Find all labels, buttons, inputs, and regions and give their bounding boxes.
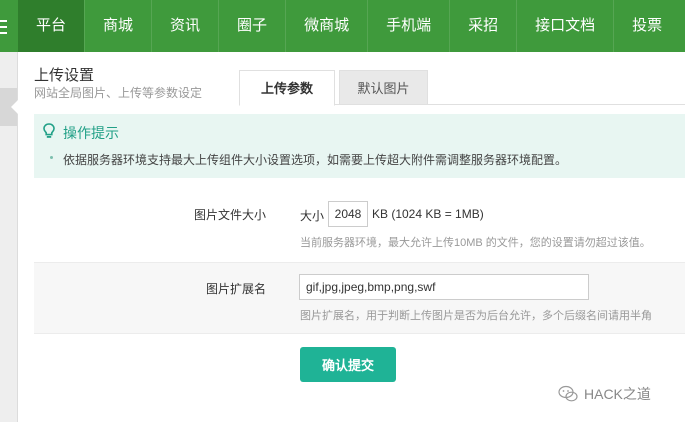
watermark-text: HACK之道 [584,386,651,402]
extension-input[interactable] [299,274,589,300]
file-size-prefix: 大小 [300,209,325,223]
extension-hint: 图片扩展名，用于判断上传图片是否为后台允许，多个后缀名间请用半角 [300,310,652,322]
lightbulb-icon [43,123,55,138]
menu-icon[interactable] [0,20,7,34]
tab-default-image[interactable]: 默认图片 [339,70,428,105]
tips-item: 依据服务器环境支持最大上传组件大小设置选项，如需要上传超大附件需调整服务器环境配… [63,153,568,167]
nav-item-mall[interactable]: 商城 [84,0,151,52]
watermark: HACK之道 [558,384,651,404]
nav-item-micro-mall[interactable]: 微商城 [285,0,367,52]
bullet-icon [50,156,53,159]
nav-item-vote[interactable]: 投票 [613,0,680,52]
nav-item-procurement[interactable]: 采招 [449,0,516,52]
nav-item-circle[interactable]: 圈子 [218,0,285,52]
tab-upload-params[interactable]: 上传参数 [239,70,335,106]
nav-items: 平台 商城 资讯 圈子 微商城 手机端 采招 接口文档 投票 [18,0,680,52]
sidebar-active-arrow [11,100,18,114]
file-size-hint: 当前服务器环境，最大允许上传10MB 的文件，您的设置请勿超过该值。 [300,237,651,249]
file-size-input[interactable] [328,201,368,227]
submit-button[interactable]: 确认提交 [300,347,396,382]
wechat-icon [558,385,578,402]
file-size-unit: KB (1024 KB = 1MB) [372,207,484,221]
nav-item-api-docs[interactable]: 接口文档 [516,0,613,52]
tips-box: 操作提示 依据服务器环境支持最大上传组件大小设置选项，如需要上传超大附件需调整服… [34,114,685,178]
page-subtitle: 网站全局图片、上传等参数设定 [34,86,203,100]
top-nav: 平台 商城 资讯 圈子 微商城 手机端 采招 接口文档 投票 [0,0,685,52]
tips-title: 操作提示 [63,125,119,141]
nav-item-mobile[interactable]: 手机端 [367,0,449,52]
left-sidebar [0,52,18,422]
nav-item-news[interactable]: 资讯 [151,0,218,52]
page-title: 上传设置 [34,67,95,84]
row-divider [34,333,685,334]
extension-label: 图片扩展名 [206,282,267,296]
nav-item-platform[interactable]: 平台 [18,0,85,52]
file-size-label: 图片文件大小 [194,208,267,222]
